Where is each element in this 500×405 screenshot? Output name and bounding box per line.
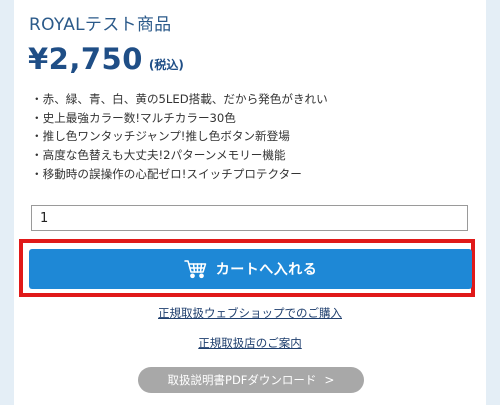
- add-to-cart-label: カートへ入れる: [215, 262, 318, 278]
- chevron-right-icon: >: [324, 373, 335, 387]
- add-to-cart-button[interactable]: カートへ入れる: [29, 249, 472, 289]
- official-store-link[interactable]: 正規取扱店のご案内: [14, 335, 486, 351]
- product-price: ¥2,750: [28, 42, 143, 76]
- product-title: ROYALテスト商品: [29, 15, 172, 35]
- official-webshop-link[interactable]: 正規取扱ウェブショップでのご購入: [14, 305, 486, 321]
- quantity-input[interactable]: [31, 205, 468, 231]
- feature-item: ・赤、緑、青、白、黄の5LED搭載、だから発色がきれい: [31, 92, 328, 106]
- tax-note: (税込): [148, 58, 184, 72]
- pdf-download-label: 取扱説明書PDFダウンロード: [167, 373, 317, 387]
- price-row: ¥2,750 (税込): [28, 42, 184, 76]
- feature-item: ・移動時の誤操作の心配ゼロ!スイッチプロテクター: [31, 166, 302, 181]
- pdf-download-button[interactable]: 取扱説明書PDFダウンロード >: [138, 367, 364, 393]
- cart-icon: [184, 259, 208, 279]
- feature-item: ・推し色ワンタッチジャンプ!推し色ボタン新登場: [31, 129, 290, 144]
- feature-item: ・史上最強カラー数!マルチカラー30色: [31, 110, 236, 125]
- product-card: ROYALテスト商品 ¥2,750 (税込) ・赤、緑、青、白、黄の5LED搭載、…: [14, 0, 486, 405]
- feature-list: ・赤、緑、青、白、黄の5LED搭載、だから発色がきれい ・史上最強カラー数!マル…: [31, 90, 328, 184]
- feature-item: ・高度な色替えも大丈夫!2パターンメモリー機能: [31, 148, 286, 163]
